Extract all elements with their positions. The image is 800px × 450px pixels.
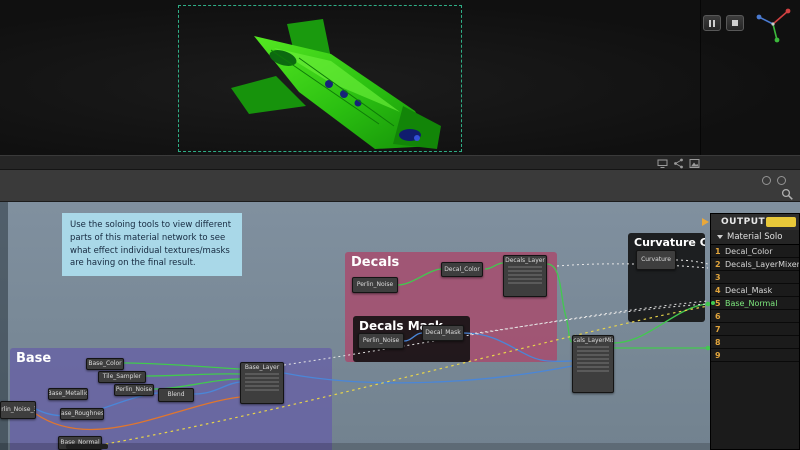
axis-gizmo-icon[interactable] <box>750 2 796 44</box>
node-perlin-noise-3d[interactable]: Perlin_Noise_3D <box>0 401 36 419</box>
node-tile-sampler[interactable]: Tile_Sampler <box>98 371 146 383</box>
graph-comment-note[interactable]: Use the soloing tools to view different … <box>62 213 242 276</box>
pause-button[interactable] <box>703 15 721 31</box>
output-header-highlight <box>766 217 796 227</box>
solo-row-9[interactable]: 9 <box>711 349 799 362</box>
solo-row-5-active[interactable]: 5 Base_Normal <box>711 297 799 310</box>
image-icon[interactable] <box>689 158 700 169</box>
node-base-layer[interactable]: Base_Layer <box>240 362 284 404</box>
solo-row-8[interactable]: 8 <box>711 336 799 349</box>
node-graph-canvas[interactable]: Base Decals Decals Mask Curvature Conver… <box>0 202 800 450</box>
playback-controls <box>703 15 744 31</box>
node-decal-color[interactable]: Decal_Color <box>441 262 483 277</box>
pause-icon <box>709 20 711 27</box>
solo-row-6[interactable]: 6 <box>711 310 799 323</box>
output-panel-title: OUTPUT <box>721 217 765 227</box>
search-icon[interactable] <box>781 188 794 201</box>
material-solo-label: Material Solo <box>727 232 782 242</box>
node-decals-layer[interactable]: Decals_Layer <box>503 255 547 297</box>
display-capture-icon[interactable] <box>657 158 668 169</box>
node-perlin-noise-base[interactable]: Perlin_Noise <box>114 384 154 396</box>
comment-text: Use the soloing tools to view different … <box>70 220 231 268</box>
output-play-icon <box>702 218 709 226</box>
graph-horizontal-scrollbar[interactable] <box>0 443 710 450</box>
viewport-toolbar <box>0 155 800 170</box>
scrollbar-handle[interactable] <box>66 444 108 449</box>
node-curvature[interactable]: Curvature <box>636 250 676 270</box>
graph-toolbar <box>0 170 800 202</box>
circle-option-icon-2[interactable] <box>777 176 786 185</box>
node-base-color[interactable]: Base_Color <box>86 358 124 370</box>
stop-icon <box>732 20 738 26</box>
chevron-down-icon <box>717 235 723 239</box>
3d-viewport[interactable] <box>0 0 800 155</box>
solo-row-2[interactable]: 2 Decals_LayerMixer <box>711 258 799 271</box>
node-decals-layermixer[interactable]: Decals_LayerMixer <box>572 335 614 393</box>
viewport-panel-divider <box>700 0 701 155</box>
node-perlin-noise-decals[interactable]: Perlin_Noise <box>352 277 398 293</box>
node-perlin-noise-mask[interactable]: Perlin_Noise <box>358 333 404 349</box>
solo-row-7[interactable]: 7 <box>711 323 799 336</box>
viewport-selection-rect <box>178 5 462 152</box>
node-blend[interactable]: Blend <box>158 388 194 402</box>
output-solo-panel: OUTPUT Material Solo 1 Decal_Color 2 Dec… <box>710 213 800 450</box>
node-base-roughness[interactable]: Base_Roughness <box>60 408 104 420</box>
solo-row-3[interactable]: 3 <box>711 271 799 284</box>
node-base-metallic[interactable]: Base_Metallic <box>48 388 88 400</box>
solo-row-4[interactable]: 4 Decal_Mask <box>711 284 799 297</box>
material-solo-dropdown[interactable]: Material Solo <box>711 230 799 245</box>
stop-button[interactable] <box>726 15 744 31</box>
spaceship-model <box>179 6 463 153</box>
output-panel-header[interactable]: OUTPUT <box>711 214 799 230</box>
solo-row-1[interactable]: 1 Decal_Color <box>711 245 799 258</box>
node-decal-mask[interactable]: Decal_Mask <box>422 325 464 341</box>
share-icon[interactable] <box>673 158 684 169</box>
circle-option-icon-1[interactable] <box>762 176 771 185</box>
application-window: Base Decals Decals Mask Curvature Conver… <box>0 0 800 450</box>
